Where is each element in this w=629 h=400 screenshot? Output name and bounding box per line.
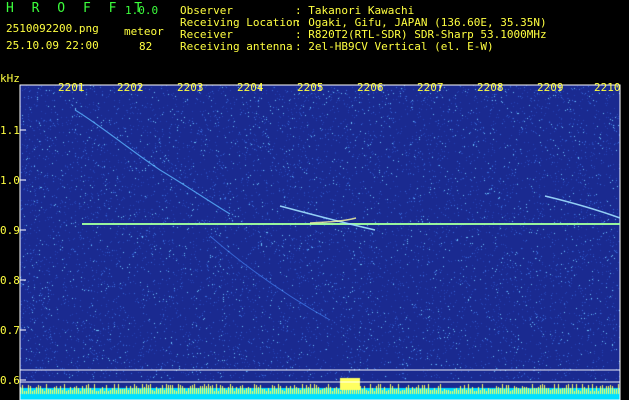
- x-tick-label: 2203: [177, 81, 204, 94]
- y-tick-label: 0.9: [0, 224, 20, 237]
- y-axis-unit: kHz: [0, 72, 20, 85]
- x-tick-label: 2206: [357, 81, 384, 94]
- x-tick-label: 2202: [117, 81, 144, 94]
- spectrogram-axes: kHz 1.1 1.0 0.9 0.8 0.7 0.6 2201 2202 22…: [0, 72, 621, 400]
- y-tick-label: 0.8: [0, 274, 20, 287]
- x-tick-label: 2204: [237, 81, 264, 94]
- doppler-trace: [279, 205, 376, 231]
- x-tick-label: 2205: [297, 81, 324, 94]
- y-tick-label: 0.6: [0, 374, 20, 387]
- doppler-trace: [544, 195, 621, 219]
- x-tick-label: 2208: [477, 81, 504, 94]
- x-tick-label: 2209: [537, 81, 564, 94]
- plot-frame: [19, 84, 621, 400]
- doppler-trace: [74, 109, 231, 215]
- x-tick-label: 2201: [58, 81, 85, 94]
- doppler-trace: [209, 235, 331, 321]
- y-tick-label: 0.7: [0, 324, 20, 337]
- y-tick-label: 1.0: [0, 174, 20, 187]
- y-tick-label: 1.1: [0, 124, 20, 137]
- x-tick-label: 2210: [594, 81, 621, 94]
- x-tick-label: 2207: [417, 81, 444, 94]
- hrofft-window: H R O F F T 1.0.0 2510092200.png meteor …: [0, 0, 629, 400]
